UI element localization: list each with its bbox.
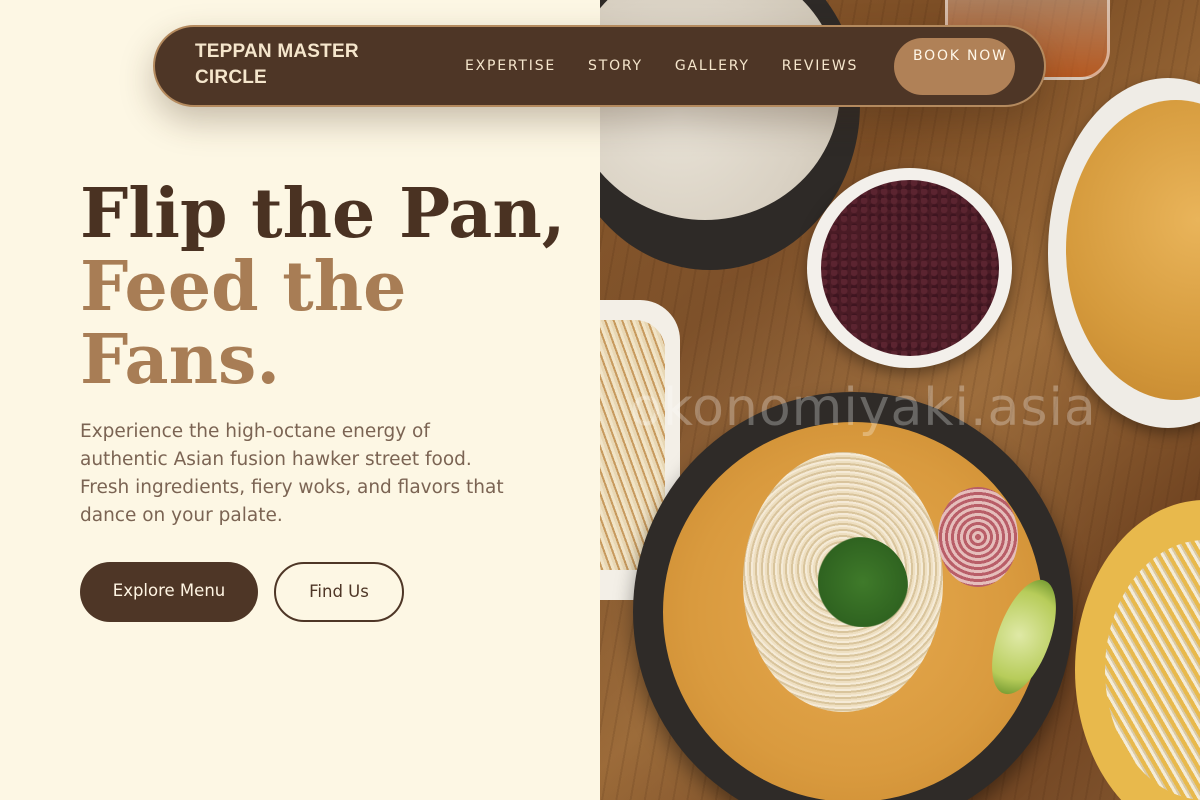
hero-title-line1: Flip the Pan, (80, 174, 566, 254)
hero-description: Experience the high-octane energy of aut… (80, 421, 504, 526)
hero-title-line2: Feed the Fans. (80, 247, 407, 400)
nav-link-expertise[interactable]: EXPERTISE (465, 58, 556, 74)
nav-links: EXPERTISE STORY GALLERY REVIEWS (465, 58, 890, 74)
nav-link-reviews[interactable]: REVIEWS (782, 58, 858, 74)
book-now-button[interactable]: BOOK NOW (894, 38, 1015, 95)
hero-food-photo: okonomiyaki.asia (600, 0, 1200, 800)
brand-logo-text[interactable]: TEPPAN MASTER CIRCLE (195, 39, 415, 91)
nav-link-gallery[interactable]: GALLERY (675, 58, 750, 74)
black-rice-bowl (807, 168, 1012, 368)
explore-menu-button[interactable]: Explore Menu (80, 562, 258, 622)
find-us-button[interactable]: Find Us (274, 562, 404, 622)
photo-watermark: okonomiyaki.asia (630, 378, 1097, 438)
top-nav-bar: TEPPAN MASTER CIRCLE EXPERTISE STORY GAL… (153, 25, 1046, 107)
hero-title: Flip the Pan, Feed the Fans. (80, 178, 580, 397)
nav-link-story[interactable]: STORY (588, 58, 643, 74)
